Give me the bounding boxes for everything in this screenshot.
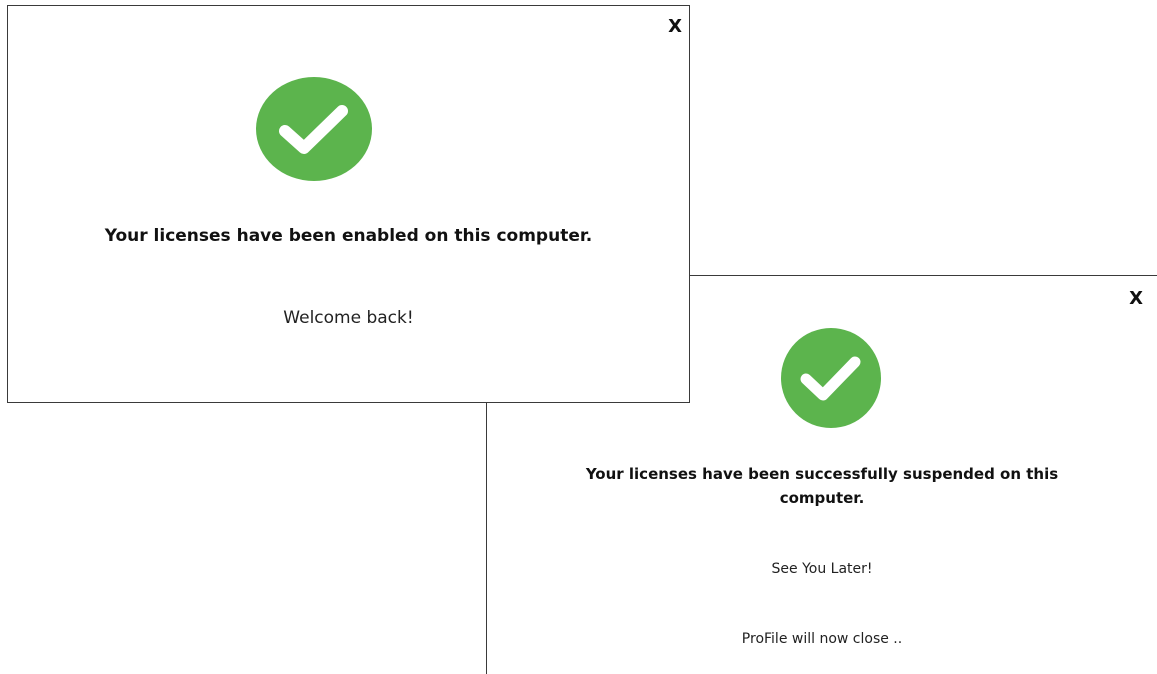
close-status-text: ProFile will now close .. [741, 631, 903, 647]
screenshot-canvas: X Your licenses have been successfully s… [0, 0, 1157, 674]
close-button[interactable]: X [668, 18, 682, 36]
enabled-message: Welcome back! [283, 308, 414, 328]
check-circle-icon [781, 328, 881, 428]
close-button[interactable]: X [1129, 290, 1143, 308]
suspended-title: Your licenses have been successfully sus… [585, 465, 1059, 507]
check-circle-svg [781, 328, 881, 428]
licenses-enabled-dialog: X Your licenses have been enabled on thi… [7, 5, 690, 403]
check-circle-icon [256, 77, 372, 181]
check-circle-bg [256, 77, 372, 181]
check-circle-bg [781, 328, 881, 428]
enabled-title: Your licenses have been enabled on this … [104, 226, 593, 246]
check-circle-svg [256, 77, 372, 181]
suspended-message: See You Later! [771, 561, 873, 577]
